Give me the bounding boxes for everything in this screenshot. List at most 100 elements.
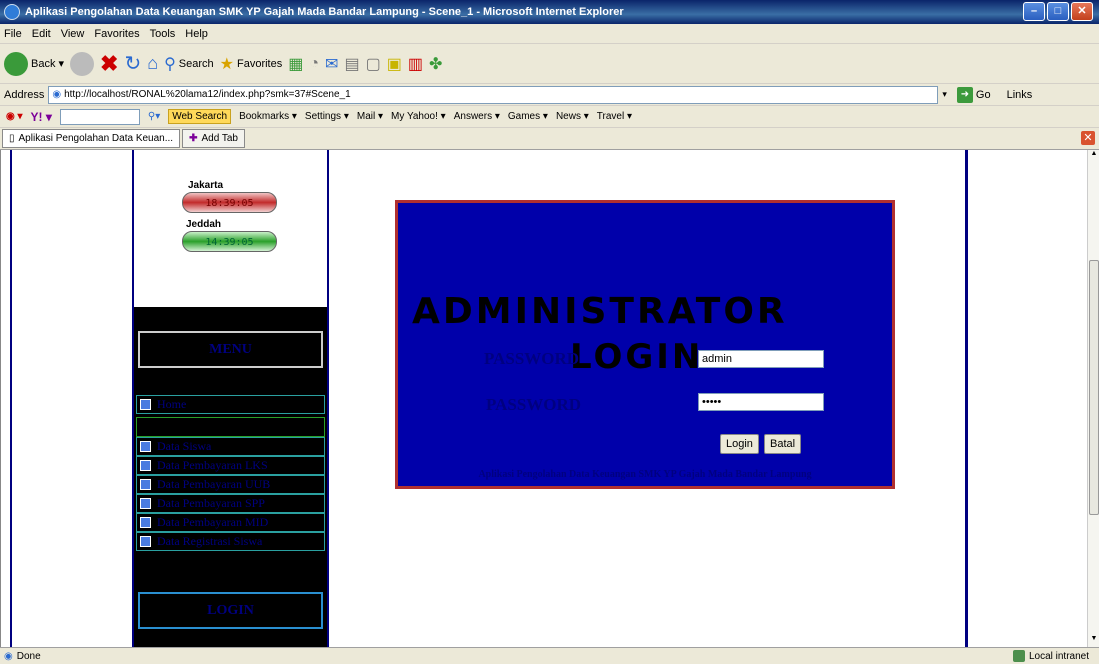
intranet-icon [1012, 650, 1025, 662]
search-icon: ⚲ [164, 55, 176, 73]
bookmarks-menu[interactable]: Bookmarks ▾ [239, 111, 297, 122]
vertical-scrollbar[interactable]: ▲ ▼ [1087, 150, 1099, 647]
menu-edit[interactable]: Edit [32, 28, 51, 40]
menu-file[interactable]: File [4, 28, 22, 40]
clock-city-jeddah: Jeddah [186, 219, 222, 230]
admin-login-panel: ADMINISTRATOR LOGIN PASSWORD PASSWORD Lo… [395, 200, 895, 489]
sidebar-item-data-siswa[interactable]: Data Siswa [136, 437, 325, 456]
search-button[interactable]: ⚲ Search [164, 54, 214, 74]
menu-help[interactable]: Help [185, 28, 208, 40]
links-button[interactable]: Links [1007, 89, 1033, 101]
minimize-button[interactable]: – [1023, 2, 1045, 21]
window-title: Aplikasi Pengolahan Data Keuangan SMK YP… [25, 6, 624, 18]
window-titlebar: Aplikasi Pengolahan Data Keuangan SMK YP… [0, 0, 1099, 24]
yahoo-search-input[interactable] [59, 108, 140, 125]
scroll-down-arrow-icon[interactable]: ▼ [1089, 635, 1099, 647]
login-button[interactable]: Login [720, 434, 759, 454]
tab-bar: ▯ Aplikasi Pengolahan Data Keuan... ✚ Ad… [0, 128, 1099, 150]
star-icon: ★ [219, 55, 234, 73]
page-icon: ▯ [9, 133, 15, 144]
tab-active[interactable]: ▯ Aplikasi Pengolahan Data Keuan... [2, 129, 181, 148]
stop-icon[interactable]: ✖ [100, 51, 118, 77]
close-tab-button[interactable]: ✕ [1081, 131, 1095, 145]
sidebar-item-pembayaran-uub[interactable]: Data Pembayaran UUB [136, 475, 325, 494]
research-icon[interactable]: ▥ [408, 54, 423, 74]
home-icon[interactable]: ⌂ [147, 53, 158, 74]
yahoo-logo-icon[interactable]: Y! ▾ [31, 110, 52, 124]
password-input[interactable] [698, 393, 824, 411]
settings-menu[interactable]: Settings ▾ [305, 111, 349, 122]
scroll-thumb[interactable] [1089, 260, 1099, 515]
page-icon: ◉ [52, 89, 62, 100]
standard-toolbar: Back ▾ ✖ ↻ ⌂ ⚲ Search ★ Favorites ▦ ◔ ✉ … [0, 44, 1099, 84]
clock-jakarta-time: 18:39:05 [182, 192, 277, 213]
sidebar-menu-heading: MENU [138, 331, 323, 368]
menu-favorites[interactable]: Favorites [94, 28, 139, 40]
edit-icon[interactable]: ▢ [366, 54, 381, 74]
status-bar: ◉ Done Local intranet [0, 647, 1099, 664]
cube-icon [140, 460, 151, 471]
history-icon[interactable]: ◔ [309, 55, 319, 73]
add-tab-button[interactable]: ✚ Add Tab [182, 129, 245, 148]
discuss-icon[interactable]: ▣ [387, 54, 402, 74]
scroll-up-arrow-icon[interactable]: ▲ [1089, 150, 1099, 162]
go-button[interactable]: ➜ Go [956, 86, 991, 103]
address-dropdown[interactable]: ▾ [942, 89, 947, 100]
cancel-button[interactable]: Batal [764, 434, 802, 454]
status-text: Done [16, 650, 41, 662]
sidebar-item-registrasi-siswa[interactable]: Data Registrasi Siswa [136, 532, 325, 551]
mail-icon[interactable]: ✉ [325, 54, 338, 74]
cube-icon [140, 441, 151, 452]
page-right-border [965, 150, 968, 647]
address-input[interactable]: ◉ http://localhost/RONAL%20lama12/index.… [48, 85, 939, 104]
ie-page-icon: ◉ [4, 650, 13, 662]
panel-title-login: LOGIN [570, 337, 704, 377]
world-clock: Jakarta 18:39:05 Jeddah 14:39:05 [134, 150, 327, 307]
media-icon[interactable]: ▦ [288, 54, 303, 74]
back-button[interactable]: Back ▾ [4, 51, 64, 76]
panel-title-administrator: ADMINISTRATOR [412, 291, 788, 332]
answers-menu[interactable]: Answers ▾ [454, 111, 500, 122]
sidebar-item-pembayaran-mid[interactable]: Data Pembayaran MID [136, 513, 325, 532]
plus-icon: ✚ [189, 133, 198, 144]
sidebar-separator [136, 417, 325, 437]
cube-icon [140, 517, 151, 528]
cube-icon [140, 399, 151, 410]
go-arrow-icon: ➜ [956, 86, 973, 103]
menu-tools[interactable]: Tools [150, 28, 176, 40]
clock-city-jakarta: Jakarta [188, 180, 224, 191]
print-icon[interactable]: ▤ [344, 54, 359, 74]
cube-icon [140, 536, 151, 547]
maximize-button[interactable]: □ [1047, 2, 1069, 21]
travel-menu[interactable]: Travel ▾ [597, 111, 632, 122]
username-input[interactable] [698, 350, 824, 368]
eye-icon[interactable]: ◉ ▾ [6, 111, 23, 122]
clock-jeddah-time: 14:39:05 [182, 231, 277, 252]
page-left-border [10, 150, 12, 647]
ie-icon [4, 4, 20, 20]
menu-view[interactable]: View [61, 28, 85, 40]
close-window-button[interactable]: ✕ [1071, 2, 1093, 21]
address-bar: Address ◉ http://localhost/RONAL%20lama1… [0, 84, 1099, 106]
sidebar-item-home[interactable]: Home [136, 395, 325, 414]
address-label: Address [4, 88, 45, 101]
my-yahoo-menu[interactable]: My Yahoo! ▾ [391, 111, 446, 122]
sidebar-item-pembayaran-lks[interactable]: Data Pembayaran LKS [136, 456, 325, 475]
mail-menu[interactable]: Mail ▾ [357, 111, 383, 122]
refresh-icon[interactable]: ↻ [124, 51, 141, 76]
menu-bar: File Edit View Favorites Tools Help [0, 24, 1099, 44]
search-dropdown-icon[interactable]: ⚲▾ [148, 111, 160, 122]
messenger-icon[interactable]: ✤ [429, 54, 442, 74]
password-label: PASSWORD [486, 395, 582, 414]
yahoo-toolbar: ◉ ▾ Y! ▾ ⚲▾ Web Search Bookmarks ▾ Setti… [0, 106, 1099, 128]
cube-icon [140, 479, 151, 490]
sidebar-item-pembayaran-spp[interactable]: Data Pembayaran SPP [136, 494, 325, 513]
news-menu[interactable]: News ▾ [556, 111, 589, 122]
forward-button[interactable] [70, 51, 94, 76]
games-menu[interactable]: Games ▾ [508, 111, 548, 122]
security-zone: Local intranet [1012, 650, 1089, 662]
sidebar-login-button[interactable]: LOGIN [138, 592, 323, 629]
web-search-button[interactable]: Web Search [168, 109, 232, 124]
username-label: PASSWORD [484, 349, 580, 368]
favorites-button[interactable]: ★ Favorites [220, 54, 283, 74]
